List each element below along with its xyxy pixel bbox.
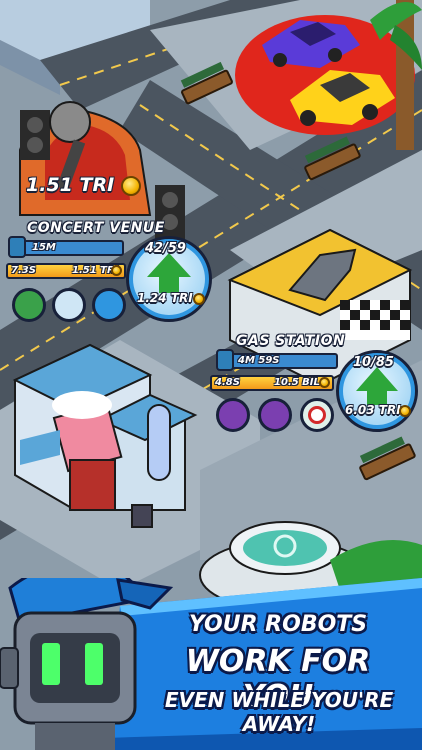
concert-multiplier: 7.3S [11, 265, 36, 276]
gas-count: 10/85 [353, 355, 394, 370]
coin-icon [111, 265, 122, 276]
gas-station-title: GAS STATION [236, 333, 346, 349]
banner-line-3: EVEN WHILE YOU'RE AWAY! [164, 688, 394, 736]
coin-icon [120, 175, 141, 196]
empty-boost-slot[interactable] [92, 288, 126, 322]
clock-icon [308, 406, 326, 424]
concert-upgrade-cost: 1.24 TRI [137, 291, 193, 305]
concert-earnings-value: 1.51 TRI [26, 174, 115, 196]
promo-banner: YOUR ROBOTS WORK FOR YOU EVEN WHILE YOU'… [0, 578, 422, 750]
robot-manager-icon [8, 236, 26, 258]
coin-icon [319, 377, 330, 388]
robot-car-boost-slot[interactable] [52, 288, 86, 322]
cash-boost-slot[interactable] [12, 288, 46, 322]
banner-line-1: YOUR ROBOTS [188, 612, 368, 637]
gas-income-bar: 4.8S 10.5 BIL [210, 375, 334, 391]
gas-timer-label: 4M 59S [238, 355, 280, 366]
robot-manager-icon [216, 349, 234, 371]
gas-timer-bar: 4M 59S [220, 353, 338, 369]
concert-count: 42/59 [145, 241, 186, 256]
concert-earnings-popup[interactable]: 1.51 TRI [26, 174, 141, 196]
concert-timer-bar: 15M [12, 240, 124, 256]
up-arrow-icon [356, 367, 398, 391]
coin-icon [193, 293, 205, 305]
concert-upgrade-button[interactable]: 42/59 1.24 TRI [126, 236, 212, 322]
gas-multiplier: 4.8S [215, 377, 240, 388]
gas-upgrade-cost: 6.03 TRI [345, 403, 401, 417]
concert-venue-title: CONCERT VENUE [27, 220, 165, 236]
robot-car-boost-slot[interactable] [258, 398, 292, 432]
up-arrow-icon [147, 253, 191, 277]
timer-clock-slot[interactable] [300, 398, 334, 432]
concert-income-bar: 7.3S 1.51 TRI [6, 263, 126, 279]
coin-icon [399, 405, 411, 417]
cash-boost-slot[interactable] [216, 398, 250, 432]
gas-income: 10.5 BIL [274, 377, 320, 388]
gas-upgrade-button[interactable]: 10/85 6.03 TRI [336, 350, 418, 432]
concert-timer-label: 15M [32, 242, 56, 253]
